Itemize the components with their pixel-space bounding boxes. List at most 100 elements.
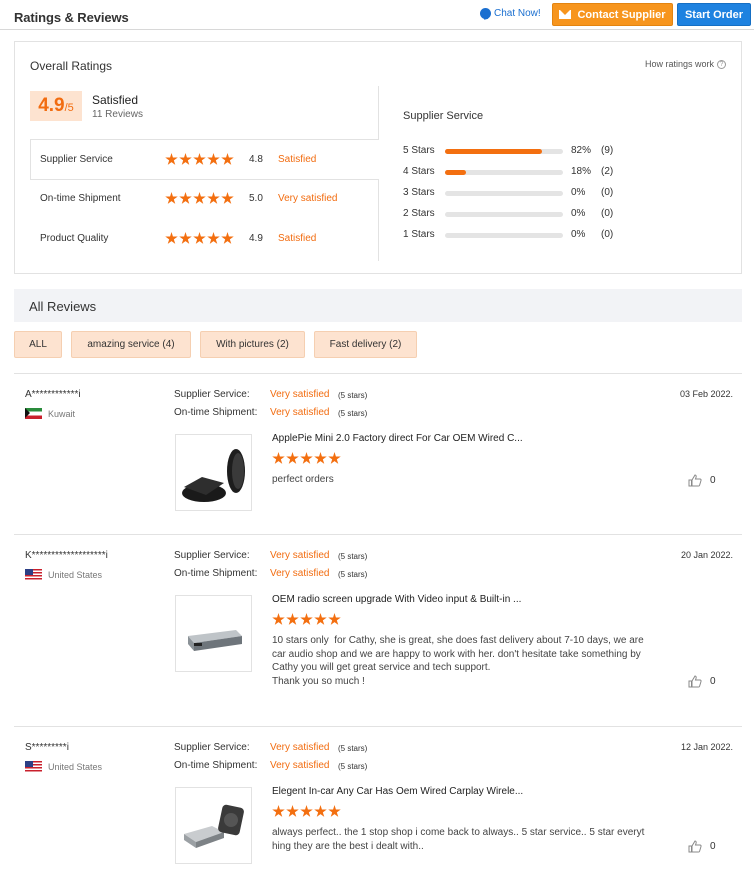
shipment-stars: (5 stars) (338, 570, 368, 579)
product-thumbnail[interactable] (175, 434, 252, 511)
country-flag-icon (25, 569, 42, 580)
star-icon (272, 613, 285, 625)
shipment-value: Very satisfied (270, 568, 330, 579)
star-icon (221, 232, 234, 244)
reviewer-country: United States (25, 761, 102, 772)
rating-value: 4.8 (249, 154, 263, 165)
review-date: 03 Feb 2022. (679, 389, 733, 399)
divider (30, 139, 379, 140)
chat-now-link[interactable]: Chat Now! (480, 8, 541, 19)
star-icon (221, 153, 234, 165)
supplier-service-label: Supplier Service: (174, 389, 250, 400)
product-thumbnail[interactable] (175, 787, 252, 864)
star-icon (300, 613, 313, 625)
star-icon (328, 452, 341, 464)
breakdown-count: (0) (601, 208, 614, 219)
star-icon (165, 232, 178, 244)
how-ratings-work-link[interactable]: How ratings work ? (645, 59, 726, 69)
reviewer-name: K*******************i (25, 550, 108, 561)
envelope-icon (559, 10, 572, 19)
star-icon (286, 805, 299, 817)
product-thumbnail[interactable] (175, 595, 252, 672)
rating-category-name: Supplier Service (40, 154, 113, 165)
product-rating-stars (272, 805, 341, 818)
all-reviews-title: All Reviews (29, 299, 97, 314)
filter-chip-with-pictures[interactable]: With pictures (2) (200, 331, 305, 358)
rating-category-name: Product Quality (40, 233, 109, 244)
divider (14, 726, 742, 727)
rating-stars (165, 153, 234, 166)
shipment-label: On-time Shipment: (174, 407, 258, 418)
contact-supplier-button[interactable]: Contact Supplier (552, 3, 673, 26)
supplier-service-stars: (5 stars) (338, 391, 368, 400)
reviewer-name: S*********i (25, 742, 69, 753)
reviewer-country: United States (25, 569, 102, 580)
page-title: Ratings & Reviews (14, 10, 129, 25)
star-icon (207, 232, 220, 244)
country-name: United States (48, 761, 103, 772)
how-ratings-work-label: How ratings work (644, 59, 714, 69)
rating-value: 4.9 (249, 233, 263, 244)
breakdown-row: 1 Stars 0% (0) (403, 229, 643, 241)
start-order-button[interactable]: Start Order (677, 3, 751, 26)
like-button[interactable]: 0 (688, 675, 716, 688)
product-title-link[interactable]: Elegent In-car Any Car Has Oem Wired Car… (272, 786, 523, 797)
star-icon (207, 153, 220, 165)
breakdown-percent: 18% (571, 166, 592, 177)
rating-stars (165, 192, 234, 205)
like-count: 0 (710, 475, 716, 486)
rating-value: 5.0 (249, 193, 263, 204)
divider (378, 86, 379, 139)
reviewer-name: A************i (25, 389, 81, 400)
overall-score: 4.9 (38, 95, 65, 116)
breakdown-bar-track (445, 191, 563, 196)
overall-status: Satisfied (92, 93, 139, 107)
overall-score-badge: 4.9/5 (30, 91, 82, 121)
divider (30, 179, 379, 180)
breakdown-count: (2) (601, 166, 614, 177)
contact-supplier-label: Contact Supplier (577, 8, 666, 21)
divider (14, 373, 742, 374)
review-count: 11 Reviews (92, 109, 143, 120)
product-rating-stars (272, 613, 341, 626)
breakdown-percent: 0% (571, 229, 586, 240)
help-icon: ? (717, 59, 726, 69)
star-icon (272, 452, 285, 464)
star-icon (221, 192, 234, 204)
supplier-service-label: Supplier Service: (174, 742, 250, 753)
supplier-service-stars: (5 stars) (338, 552, 368, 561)
star-icon (286, 613, 299, 625)
star-icon (179, 232, 192, 244)
rating-label: Very satisfied (278, 193, 338, 204)
like-button[interactable]: 0 (688, 474, 716, 487)
supplier-service-value: Very satisfied (270, 550, 330, 561)
product-title-link[interactable]: OEM radio screen upgrade With Video inpu… (272, 594, 521, 605)
like-count: 0 (710, 676, 716, 687)
shipment-stars: (5 stars) (338, 762, 368, 771)
all-reviews-header: All Reviews (14, 289, 742, 322)
breakdown-percent: 0% (571, 208, 586, 219)
star-icon (300, 805, 313, 817)
breakdown-bar-fill (445, 170, 467, 175)
rating-label: Satisfied (278, 154, 317, 165)
filter-chip-all[interactable]: ALL (14, 331, 62, 358)
rating-category-name: On-time Shipment (40, 193, 121, 204)
star-icon (165, 192, 178, 204)
overall-ratings-title: Overall Ratings (30, 59, 113, 73)
product-title-link[interactable]: ApplePie Mini 2.0 Factory direct For Car… (272, 433, 523, 444)
breakdown-star-label: 1 Stars (403, 229, 435, 240)
star-icon (314, 452, 327, 464)
breakdown-row: 5 Stars 82% (9) (403, 145, 643, 157)
breakdown-row: 2 Stars 0% (0) (403, 208, 643, 220)
filter-chip-amazing-service[interactable]: amazing service (4) (71, 331, 191, 358)
breakdown-star-label: 4 Stars (403, 166, 435, 177)
star-icon (314, 805, 327, 817)
star-icon (300, 452, 313, 464)
supplier-service-label: Supplier Service: (174, 550, 250, 561)
shipment-stars: (5 stars) (338, 409, 368, 418)
review-date: 12 Jan 2022. (680, 742, 733, 752)
like-button[interactable]: 0 (688, 840, 716, 853)
filter-chip-fast-delivery[interactable]: Fast delivery (2) (314, 331, 417, 358)
breakdown-count: (9) (601, 145, 614, 156)
country-flag-icon (25, 408, 42, 419)
